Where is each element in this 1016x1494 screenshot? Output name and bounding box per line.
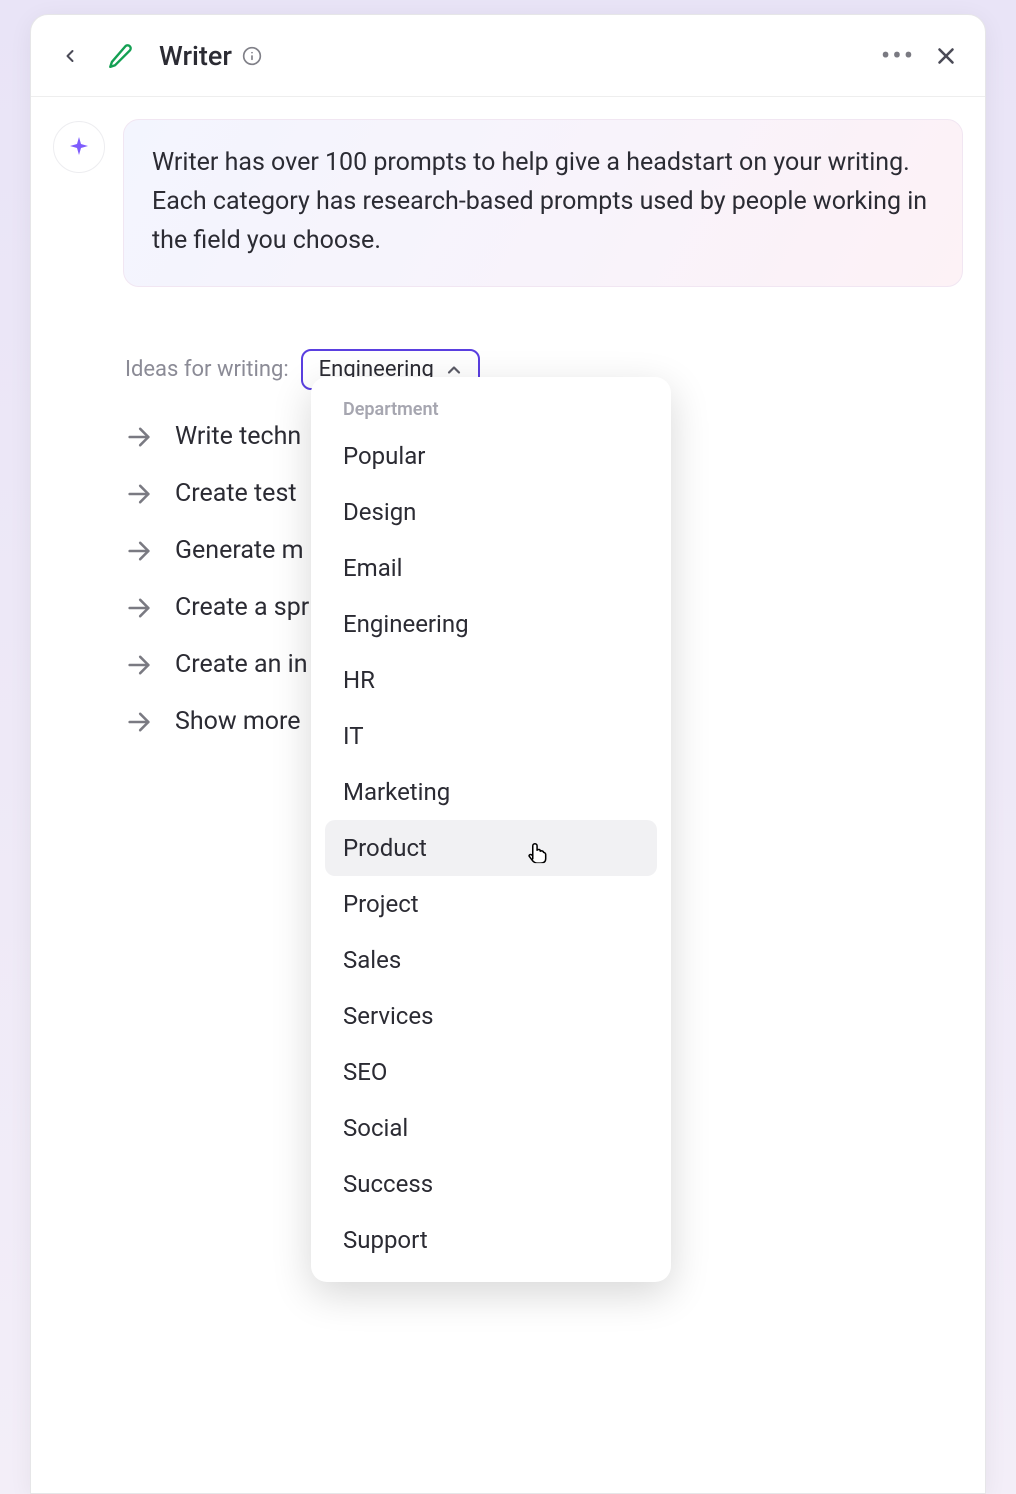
dropdown-item[interactable]: Project bbox=[325, 876, 657, 932]
panel-content: Writer has over 100 prompts to help give… bbox=[31, 97, 985, 750]
panel-title-text: Writer bbox=[159, 40, 232, 72]
dropdown-item[interactable]: Support bbox=[325, 1212, 657, 1268]
dropdown-item[interactable]: SEO bbox=[325, 1044, 657, 1100]
dropdown-item-label: Success bbox=[343, 1170, 433, 1198]
info-icon bbox=[242, 46, 262, 66]
dropdown-item[interactable]: Social bbox=[325, 1100, 657, 1156]
panel-header: Writer ••• bbox=[31, 15, 985, 97]
dropdown-item[interactable]: Product bbox=[325, 820, 657, 876]
dropdown-section-label: Department bbox=[325, 395, 657, 428]
intro-message: Writer has over 100 prompts to help give… bbox=[123, 119, 963, 287]
header-right: ••• bbox=[881, 39, 963, 73]
dropdown-item[interactable]: Design bbox=[325, 484, 657, 540]
arrow-right-icon bbox=[125, 480, 153, 508]
dropdown-item-label: Product bbox=[343, 834, 427, 862]
intro-row: Writer has over 100 prompts to help give… bbox=[53, 119, 963, 287]
dropdown-item-label: Popular bbox=[343, 442, 425, 470]
arrow-right-icon bbox=[125, 423, 153, 451]
prompt-item-label: Create a spr bbox=[175, 593, 309, 622]
dropdown-item[interactable]: Popular bbox=[325, 428, 657, 484]
dropdown-item-label: HR bbox=[343, 666, 375, 694]
dropdown-item-label: Sales bbox=[343, 946, 401, 974]
close-button[interactable] bbox=[929, 39, 963, 73]
dropdown-item[interactable]: HR bbox=[325, 652, 657, 708]
dropdown-item-label: SEO bbox=[343, 1058, 387, 1086]
dropdown-item-label: Support bbox=[343, 1226, 428, 1254]
dropdown-item-label: IT bbox=[343, 722, 364, 750]
sparkle-icon bbox=[67, 135, 91, 159]
header-left: Writer bbox=[53, 39, 262, 73]
dropdown-item[interactable]: Success bbox=[325, 1156, 657, 1212]
dropdown-options: Popular Design Email Engineering HR IT Marketi… bbox=[325, 428, 657, 1268]
writer-panel: Writer ••• Writer has over 100 bbox=[30, 14, 986, 1494]
prompt-item-label: Generate m bbox=[175, 536, 304, 565]
prompt-item-label: Write techn bbox=[175, 422, 301, 451]
arrow-right-icon bbox=[125, 594, 153, 622]
dropdown-item-label: Project bbox=[343, 890, 419, 918]
arrow-right-icon bbox=[125, 537, 153, 565]
dropdown-item-label: Social bbox=[343, 1114, 408, 1142]
arrow-right-icon bbox=[125, 651, 153, 679]
panel-title: Writer bbox=[159, 40, 262, 72]
dropdown-item-label: Services bbox=[343, 1002, 433, 1030]
dropdown-item[interactable]: Marketing bbox=[325, 764, 657, 820]
ideas-label: Ideas for writing: bbox=[125, 357, 289, 382]
dropdown-item[interactable]: Services bbox=[325, 988, 657, 1044]
dropdown-item-label: Design bbox=[343, 498, 416, 526]
prompt-item-label: Create an in bbox=[175, 650, 308, 679]
back-button[interactable] bbox=[53, 39, 87, 73]
arrow-right-icon bbox=[125, 708, 153, 736]
prompt-item-label: Show more bbox=[175, 707, 301, 736]
close-icon bbox=[933, 43, 959, 69]
more-button[interactable]: ••• bbox=[881, 39, 915, 73]
dropdown-item-label: Marketing bbox=[343, 778, 450, 806]
category-dropdown-menu: Department Popular Design Email Engineering… bbox=[311, 377, 671, 1282]
dropdown-item[interactable]: Sales bbox=[325, 932, 657, 988]
dropdown-item[interactable]: IT bbox=[325, 708, 657, 764]
dropdown-item-label: Email bbox=[343, 554, 402, 582]
chevron-left-icon bbox=[60, 46, 80, 66]
prompt-item-label: Create test bbox=[175, 479, 297, 508]
edit-button[interactable] bbox=[103, 39, 137, 73]
dropdown-item[interactable]: Email bbox=[325, 540, 657, 596]
pencil-icon bbox=[107, 43, 133, 69]
pointer-cursor-icon bbox=[523, 835, 549, 863]
dropdown-item-label: Engineering bbox=[343, 610, 469, 638]
ai-badge bbox=[53, 121, 105, 173]
info-button[interactable] bbox=[242, 46, 262, 66]
dropdown-item[interactable]: Engineering bbox=[325, 596, 657, 652]
